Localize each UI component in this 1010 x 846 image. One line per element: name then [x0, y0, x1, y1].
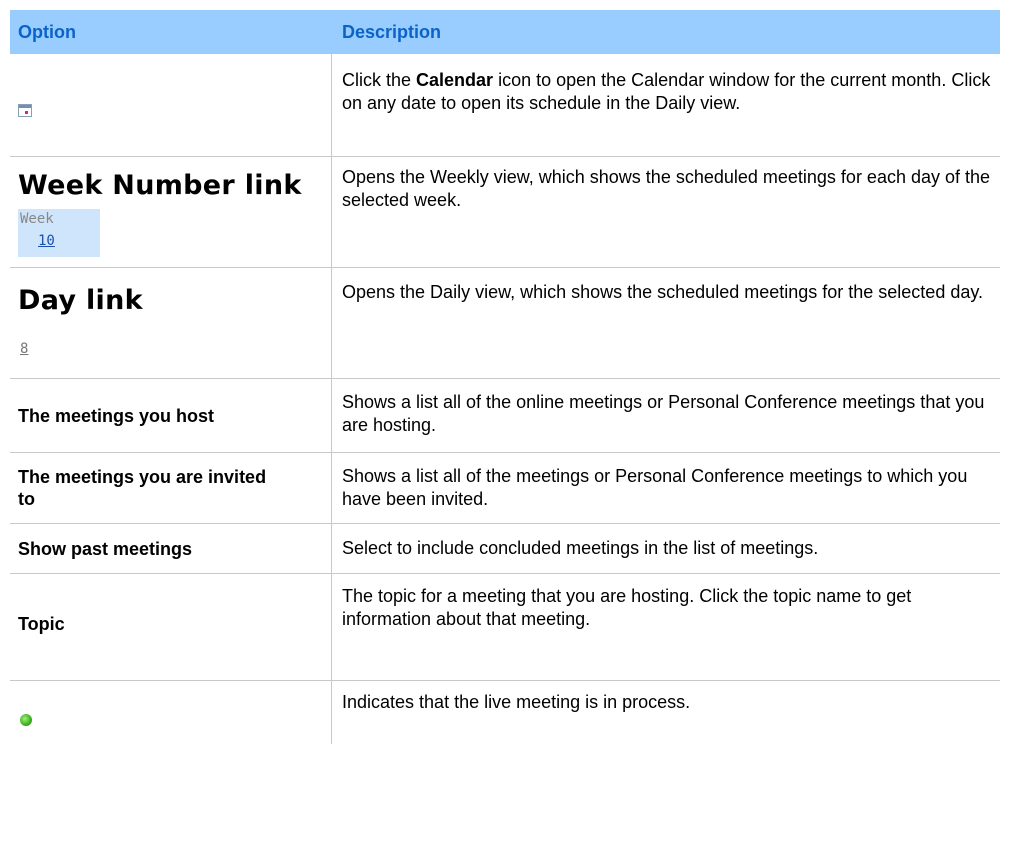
option-label: Week Number link	[18, 170, 302, 201]
option-label: The meetings you host	[18, 406, 215, 426]
option-label: Show past meetings	[18, 539, 193, 559]
option-cell	[10, 54, 332, 156]
description-cell: Click the Calendar icon to open the Cale…	[342, 70, 991, 113]
description-cell: Shows a list all of the meetings or Pers…	[342, 466, 968, 509]
option-cell: Week Number link Week 10	[10, 157, 332, 267]
table-row: The meetings you host Shows a list all o…	[10, 379, 1000, 453]
header-description: Description	[342, 22, 442, 42]
option-cell: The meetings you host	[10, 379, 332, 452]
option-label: The meetings you are invited to	[18, 467, 267, 509]
table-row: The meetings you are invited to Shows a …	[10, 453, 1000, 524]
week-label: Week	[20, 211, 54, 227]
day-link[interactable]: 8	[20, 341, 28, 357]
description-cell: Select to include concluded meetings in …	[342, 538, 819, 558]
week-number-link[interactable]: 10	[38, 233, 55, 249]
options-table: Option Description Click the Calendar ic…	[10, 10, 1000, 744]
description-cell: Opens the Daily view, which shows the sc…	[342, 282, 984, 302]
option-cell: Show past meetings	[10, 524, 332, 573]
option-cell: Topic	[10, 574, 332, 680]
description-cell: Indicates that the live meeting is in pr…	[342, 692, 691, 712]
option-cell: Day link 8	[10, 268, 332, 378]
live-meeting-icon	[20, 714, 32, 726]
table-header: Option Description	[10, 10, 1000, 54]
table-row: Indicates that the live meeting is in pr…	[10, 681, 1000, 744]
option-cell: The meetings you are invited to	[10, 453, 332, 523]
option-cell	[10, 681, 332, 744]
week-number-sample: Week 10	[18, 209, 100, 257]
table-row: Week Number link Week 10 Opens the Weekl…	[10, 157, 1000, 268]
description-cell: The topic for a meeting that you are hos…	[342, 586, 912, 629]
table-row: Click the Calendar icon to open the Cale…	[10, 54, 1000, 157]
description-cell: Shows a list all of the online meetings …	[342, 392, 985, 435]
calendar-icon[interactable]	[18, 104, 32, 117]
description-cell: Opens the Weekly view, which shows the s…	[342, 167, 991, 210]
header-option: Option	[18, 22, 76, 42]
option-label: Day link	[18, 285, 143, 316]
table-row: Topic The topic for a meeting that you a…	[10, 574, 1000, 681]
table-row: Day link 8 Opens the Daily view, which s…	[10, 268, 1000, 379]
option-label: Topic	[18, 614, 65, 634]
calendar-term: Calendar	[416, 70, 494, 90]
table-row: Show past meetings Select to include con…	[10, 524, 1000, 574]
